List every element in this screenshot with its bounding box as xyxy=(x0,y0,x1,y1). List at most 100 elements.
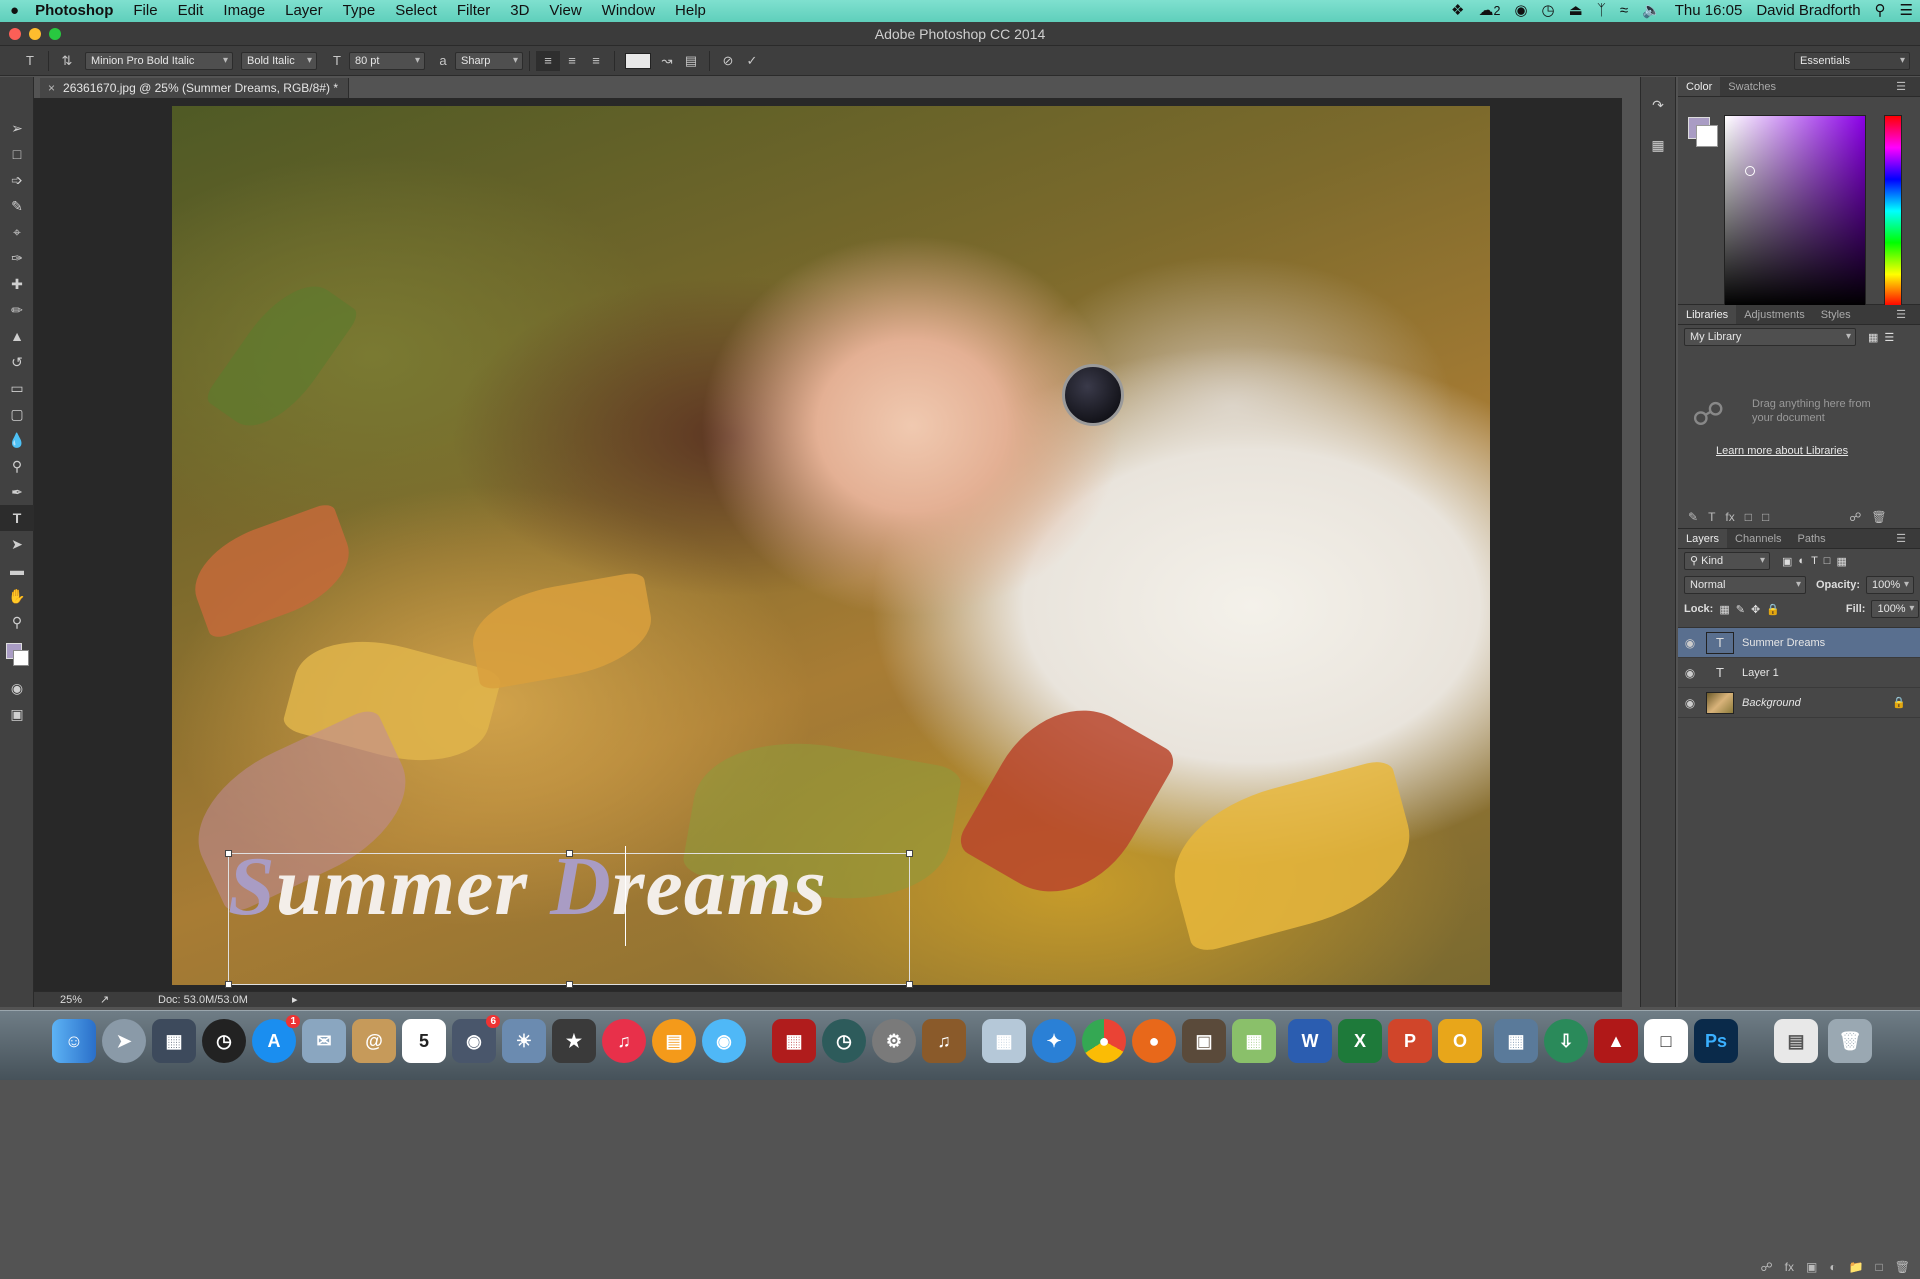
rectangle-tool-icon[interactable]: ▬ xyxy=(0,557,34,583)
tab-libraries[interactable]: Libraries xyxy=(1678,305,1737,324)
cancel-edits-icon[interactable]: ⊘ xyxy=(716,51,740,71)
zoom-tool-icon[interactable]: ⚲ xyxy=(0,609,34,635)
dashboard-icon[interactable]: ◷ xyxy=(202,1019,246,1063)
preview-icon[interactable]: ▦ xyxy=(982,1019,1026,1063)
layer-mask-icon[interactable]: ▣ xyxy=(1806,1260,1817,1274)
garageband-icon[interactable]: ♫ xyxy=(922,1019,966,1063)
downloader-icon[interactable]: ⇩ xyxy=(1544,1019,1588,1063)
menu-file[interactable]: File xyxy=(123,0,167,22)
excel-icon[interactable]: X xyxy=(1338,1019,1382,1063)
itunes-icon[interactable]: ♫ xyxy=(602,1019,646,1063)
clone-stamp-tool-icon[interactable]: ▲ xyxy=(0,323,34,349)
grid-view-icon[interactable]: ▦ xyxy=(1868,331,1878,344)
brush-tool-icon[interactable]: ✏ xyxy=(0,297,34,323)
warp-text-icon[interactable]: ↝ xyxy=(655,51,679,71)
transform-handle[interactable] xyxy=(906,981,913,988)
delete-layer-icon[interactable]: 🗑 xyxy=(1895,1260,1910,1274)
ibooks-icon[interactable]: ▤ xyxy=(652,1019,696,1063)
imovie-icon[interactable]: ★ xyxy=(552,1019,596,1063)
visibility-eye-icon[interactable]: ◉ xyxy=(1678,636,1702,650)
tab-color[interactable]: Color xyxy=(1678,77,1721,96)
layer-row[interactable]: ◉ T Layer 1 xyxy=(1678,658,1920,688)
visibility-eye-icon[interactable]: ◉ xyxy=(1678,696,1702,710)
document-tab[interactable]: × 26361670.jpg @ 25% (Summer Dreams, RGB/… xyxy=(40,78,349,98)
text-orientation-toggle-icon[interactable]: ⇅ xyxy=(55,51,79,71)
close-window-button[interactable] xyxy=(9,28,21,40)
acrobat-icon[interactable]: ▲ xyxy=(1594,1019,1638,1063)
lock-image-icon[interactable]: ✎ xyxy=(1736,603,1745,616)
add-layer-style-icon[interactable]: fx xyxy=(1725,510,1734,524)
bluetooth-icon[interactable]: ᛉ xyxy=(1590,0,1613,22)
add-graphic-icon[interactable]: □ xyxy=(1745,510,1752,524)
photo-booth-icon[interactable]: ▦ xyxy=(772,1019,816,1063)
share-icon[interactable]: ↗ xyxy=(100,992,109,1008)
blur-tool-icon[interactable]: 💧 xyxy=(0,427,34,453)
dodge-tool-icon[interactable]: ⚲ xyxy=(0,453,34,479)
transform-handle[interactable] xyxy=(225,850,232,857)
tab-layers[interactable]: Layers xyxy=(1678,529,1728,548)
layer-filter-dropdown[interactable]: ⚲ Kind xyxy=(1684,552,1770,570)
documents-stack-icon[interactable]: ▤ xyxy=(1774,1019,1818,1063)
filter-type-icon[interactable]: T xyxy=(1811,555,1818,567)
panel-menu-icon[interactable]: ☰ xyxy=(1888,305,1914,325)
word-icon[interactable]: W xyxy=(1288,1019,1332,1063)
menu-filter[interactable]: Filter xyxy=(447,0,500,22)
zoom-level[interactable]: 25% xyxy=(60,992,82,1008)
wifi-icon[interactable]: ≈ xyxy=(1613,0,1635,22)
apple-icon[interactable]: ● xyxy=(0,0,29,22)
pen-tool-icon[interactable]: ✒ xyxy=(0,479,34,505)
align-center-icon[interactable]: ≡ xyxy=(560,51,584,71)
eraser-tool-icon[interactable]: ▭ xyxy=(0,375,34,401)
time-machine-icon[interactable]: ◷ xyxy=(822,1019,866,1063)
transform-handle[interactable] xyxy=(225,981,232,988)
messages-icon[interactable]: ◉ xyxy=(702,1019,746,1063)
add-content-icon[interactable]: □ xyxy=(1762,510,1769,524)
tab-styles[interactable]: Styles xyxy=(1813,305,1859,324)
cc-icon[interactable]: ☁2 xyxy=(1472,0,1508,22)
path-selection-tool-icon[interactable]: ➤ xyxy=(0,531,34,557)
filter-shape-icon[interactable]: □ xyxy=(1824,555,1831,567)
marquee-tool-icon[interactable]: □ xyxy=(0,141,34,167)
new-group-icon[interactable]: 📁 xyxy=(1849,1260,1864,1274)
quick-selection-tool-icon[interactable]: ✎ xyxy=(0,193,34,219)
finder-icon[interactable]: ☺ xyxy=(52,1019,96,1063)
add-color-icon[interactable]: ✎ xyxy=(1688,510,1698,524)
crop-tool-icon[interactable]: ⌖ xyxy=(0,219,34,245)
healing-brush-tool-icon[interactable]: ✚ xyxy=(0,271,34,297)
layer-style-icon[interactable]: fx xyxy=(1785,1260,1794,1274)
tab-channels[interactable]: Channels xyxy=(1727,529,1789,548)
align-left-icon[interactable]: ≡ xyxy=(536,50,560,71)
blend-mode-dropdown[interactable]: Normal xyxy=(1684,576,1806,594)
calendar-icon[interactable]: 5 xyxy=(402,1019,446,1063)
background-color-swatch[interactable] xyxy=(1696,125,1718,147)
close-document-icon[interactable]: × xyxy=(48,81,55,95)
app-store-icon[interactable]: A1 xyxy=(252,1015,300,1063)
menu-view[interactable]: View xyxy=(539,0,591,22)
commit-edits-icon[interactable]: ✓ xyxy=(740,51,764,71)
properties-panel-icon[interactable]: ▦ xyxy=(1641,125,1675,165)
add-text-style-icon[interactable]: T xyxy=(1708,510,1715,524)
text-bounding-box[interactable] xyxy=(225,850,913,988)
volume-icon[interactable]: 🔈 xyxy=(1635,0,1668,22)
history-panel-icon[interactable]: ↷ xyxy=(1641,85,1675,125)
menu-select[interactable]: Select xyxy=(385,0,447,22)
align-right-icon[interactable]: ≡ xyxy=(584,51,608,71)
system-preferences-icon[interactable]: ⚙ xyxy=(872,1019,916,1063)
color-picker-field[interactable] xyxy=(1724,115,1866,307)
history-brush-tool-icon[interactable]: ↺ xyxy=(0,349,34,375)
powerpoint-icon[interactable]: P xyxy=(1388,1019,1432,1063)
new-layer-icon[interactable]: □ xyxy=(1876,1260,1883,1274)
eyedropper-tool-icon[interactable]: ✑ xyxy=(0,245,34,271)
lock-position-icon[interactable]: ✥ xyxy=(1751,603,1760,616)
lock-all-icon[interactable]: 🔒 xyxy=(1766,603,1780,616)
filter-smart-object-icon[interactable]: ▦ xyxy=(1836,555,1846,568)
font-style-dropdown[interactable]: Bold Italic xyxy=(241,51,317,70)
eye-status-icon[interactable]: ◉ xyxy=(1507,0,1534,22)
minimize-window-button[interactable] xyxy=(29,28,41,40)
spotlight-search-icon[interactable]: ⚲ xyxy=(1868,0,1893,22)
menu-window[interactable]: Window xyxy=(592,0,665,22)
tab-swatches[interactable]: Swatches xyxy=(1720,77,1784,96)
lock-transparent-icon[interactable]: ▦ xyxy=(1719,603,1729,616)
learn-more-libraries-link[interactable]: Learn more about Libraries xyxy=(1716,445,1848,457)
tab-paths[interactable]: Paths xyxy=(1790,529,1834,548)
